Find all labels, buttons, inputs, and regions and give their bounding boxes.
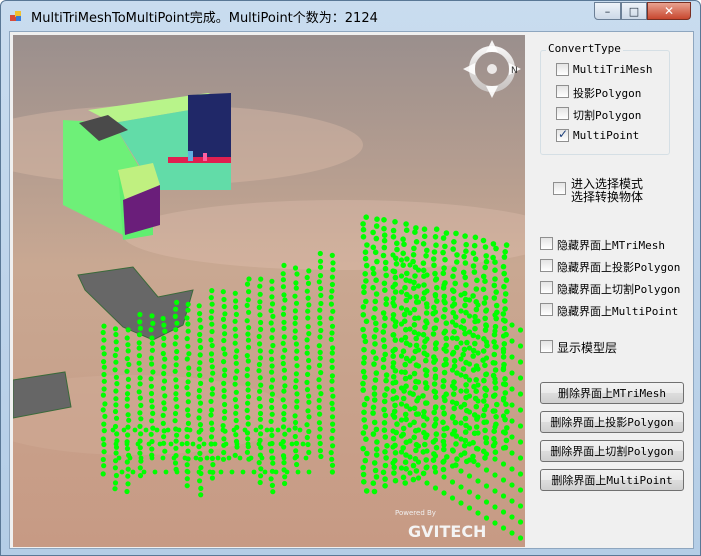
delete-mtrimesh-button[interactable]: 删除界面上MTriMesh [540,382,684,404]
checkbox-hide-cut-polygon[interactable] [540,281,553,294]
checkbox-multipoint[interactable] [556,127,569,142]
close-icon: ✕ [663,4,675,18]
brand-label: GVITECH [408,522,486,541]
powered-by-label: Powered By [395,509,436,517]
compass-label: N [511,66,518,76]
label-projection-polygon: 投影Polygon [573,87,642,100]
checkbox-multitrimesh[interactable] [556,63,569,76]
label-hide-multipoint: 隐藏界面上MultiPoint [557,305,679,318]
checkbox-cut-polygon[interactable] [556,107,569,120]
label-multipoint: MultiPoint [573,129,640,142]
checkbox-hide-projection-polygon[interactable] [540,259,553,272]
maximize-button[interactable]: □ [621,2,647,20]
label-hide-projection-polygon: 隐藏界面上投影Polygon [557,261,681,274]
3d-viewport[interactable]: N Powered By GVITECH [13,35,525,547]
checkbox-select-mode[interactable] [553,182,566,195]
close-button[interactable]: ✕ [647,2,691,20]
app-window: MultiTriMeshToMultiPoint完成。MultiPoint个数为… [0,0,701,556]
checkbox-show-model-layer[interactable] [540,340,553,353]
delete-multipoint-button[interactable]: 删除界面上MultiPoint [540,469,684,491]
app-icon [10,11,21,21]
label-hide-cut-polygon: 隐藏界面上切割Polygon [557,283,681,296]
label-cut-polygon: 切割Polygon [573,109,642,122]
checkbox-hide-multipoint[interactable] [540,303,553,316]
minimize-button[interactable]: – [594,2,621,20]
checkbox-hide-mtrimesh[interactable] [540,237,553,250]
window-title: MultiTriMeshToMultiPoint完成。MultiPoint个数为… [31,11,378,26]
minimize-icon: – [604,4,611,18]
scene-canvas[interactable]: N Powered By GVITECH [13,35,525,547]
convert-type-title: ConvertType [546,42,623,55]
delete-cut-polygon-button[interactable]: 删除界面上切割Polygon [540,440,684,462]
label-show-model-layer: 显示模型层 [557,341,618,355]
title-bar[interactable]: MultiTriMeshToMultiPoint完成。MultiPoint个数为… [1,1,700,31]
delete-projection-polygon-button[interactable]: 删除界面上投影Polygon [540,411,684,433]
label-hide-mtrimesh: 隐藏界面上MTriMesh [557,239,665,252]
client-area: N Powered By GVITECH ConvertType MultiTr… [9,31,694,549]
label-multitrimesh: MultiTriMesh [573,63,653,76]
checkbox-projection-polygon[interactable] [556,85,569,98]
label-select-mode-line2: 选择转换物体 [571,190,644,204]
maximize-icon: □ [628,4,640,18]
